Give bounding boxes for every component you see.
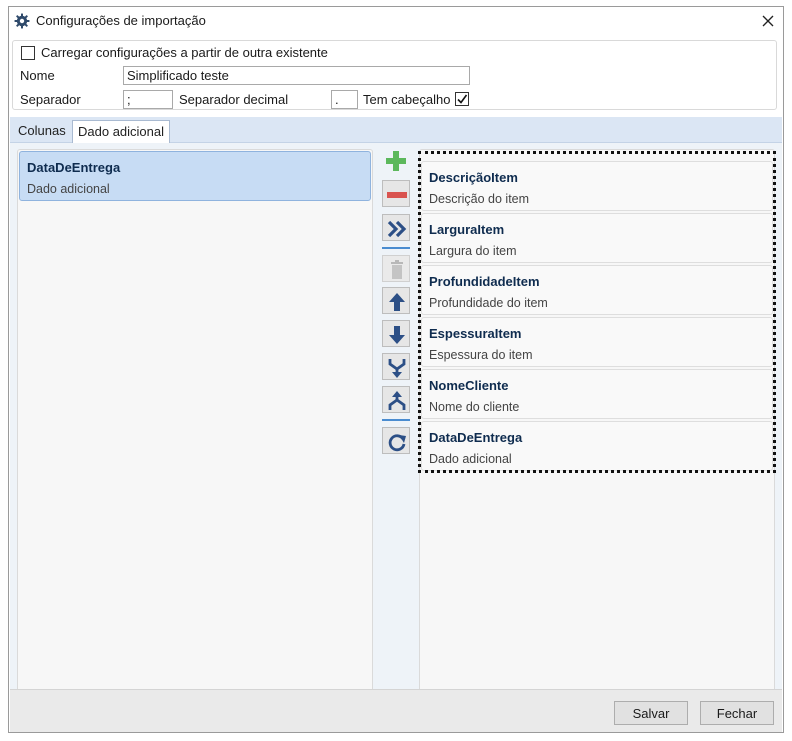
close-dialog-button[interactable]: Fechar xyxy=(700,701,774,725)
item-description: Profundidade do item xyxy=(429,296,548,310)
arrow-down-icon xyxy=(389,326,405,344)
decimal-separator-label: Separador decimal xyxy=(179,92,289,107)
list-item[interactable]: EspessuraItem Espessura do item xyxy=(421,317,773,367)
checkmark-icon xyxy=(457,94,468,104)
item-description: Nome do cliente xyxy=(429,400,520,414)
arrow-up-icon xyxy=(389,293,405,311)
move-down-button[interactable] xyxy=(382,320,410,347)
selected-items-list[interactable]: DataDeEntrega Dado adicional xyxy=(17,149,373,694)
import-settings-window: Configurações de importação Carregar con… xyxy=(8,6,784,733)
move-all-right-icon xyxy=(387,220,407,238)
close-button[interactable] xyxy=(755,9,781,33)
add-button[interactable] xyxy=(382,147,410,174)
gear-icon xyxy=(14,13,30,29)
separator-label: Separador xyxy=(20,92,81,107)
toolbar-separator xyxy=(382,247,410,249)
tab-colunas[interactable]: Colunas xyxy=(13,120,71,143)
item-name: LarguraItem xyxy=(429,222,505,237)
tab-content: DataDeEntrega Dado adicional DescriçãoIt… xyxy=(10,143,782,694)
list-item[interactable]: ProfundidadeItem Profundidade do item xyxy=(421,265,773,315)
plus-icon xyxy=(386,151,406,171)
name-label: Nome xyxy=(20,68,55,83)
item-description: Largura do item xyxy=(429,244,517,258)
save-button[interactable]: Salvar xyxy=(614,701,688,725)
refresh-icon xyxy=(388,434,406,452)
item-description: Espessura do item xyxy=(429,348,533,362)
item-name: ProfundidadeItem xyxy=(429,274,540,289)
tab-strip: Colunas Dado adicional xyxy=(10,117,782,144)
item-name: DataDeEntrega xyxy=(429,430,523,445)
remove-button[interactable] xyxy=(382,180,410,207)
separator-input[interactable]: ; xyxy=(123,90,173,109)
trash-icon xyxy=(391,260,403,279)
name-input[interactable]: Simplificado teste xyxy=(123,66,470,85)
delete-button[interactable] xyxy=(382,255,410,282)
dialog-footer: Salvar Fechar xyxy=(10,689,782,732)
split-button[interactable] xyxy=(382,386,410,413)
decimal-separator-input[interactable]: . xyxy=(331,90,358,109)
item-description: Dado adicional xyxy=(429,452,512,466)
close-icon xyxy=(762,15,774,27)
load-existing-checkbox[interactable] xyxy=(21,46,35,60)
item-name: NomeCliente xyxy=(429,378,509,393)
list-item[interactable]: LarguraItem Largura do item xyxy=(421,213,773,263)
merge-icon xyxy=(388,359,406,378)
item-name: DataDeEntrega xyxy=(27,160,121,175)
load-existing-label: Carregar configurações a partir de outra… xyxy=(41,45,328,60)
has-header-label: Tem cabeçalho xyxy=(363,92,451,107)
move-up-button[interactable] xyxy=(382,287,410,314)
item-description: Descrição do item xyxy=(429,192,530,206)
available-items-list[interactable]: DescriçãoItem Descrição do item LarguraI… xyxy=(419,149,775,694)
list-item[interactable]: DataDeEntrega Dado adicional xyxy=(19,151,371,201)
split-icon xyxy=(388,391,406,410)
title-bar: Configurações de importação xyxy=(9,7,783,35)
item-name: DescriçãoItem xyxy=(429,170,518,185)
settings-group: Carregar configurações a partir de outra… xyxy=(12,40,777,110)
list-item[interactable]: NomeCliente Nome do cliente xyxy=(421,369,773,419)
tab-dado-adicional[interactable]: Dado adicional xyxy=(72,120,171,144)
item-name: EspessuraItem xyxy=(429,326,522,341)
minus-icon xyxy=(387,192,407,198)
move-all-right-button[interactable] xyxy=(382,214,410,241)
merge-button[interactable] xyxy=(382,353,410,380)
refresh-button[interactable] xyxy=(382,427,410,454)
item-description: Dado adicional xyxy=(27,182,110,196)
list-item[interactable]: DescriçãoItem Descrição do item xyxy=(421,161,773,211)
has-header-checkbox[interactable] xyxy=(455,92,469,106)
window-title: Configurações de importação xyxy=(36,13,206,28)
toolbar-separator xyxy=(382,419,410,421)
list-item[interactable]: DataDeEntrega Dado adicional xyxy=(421,421,773,471)
